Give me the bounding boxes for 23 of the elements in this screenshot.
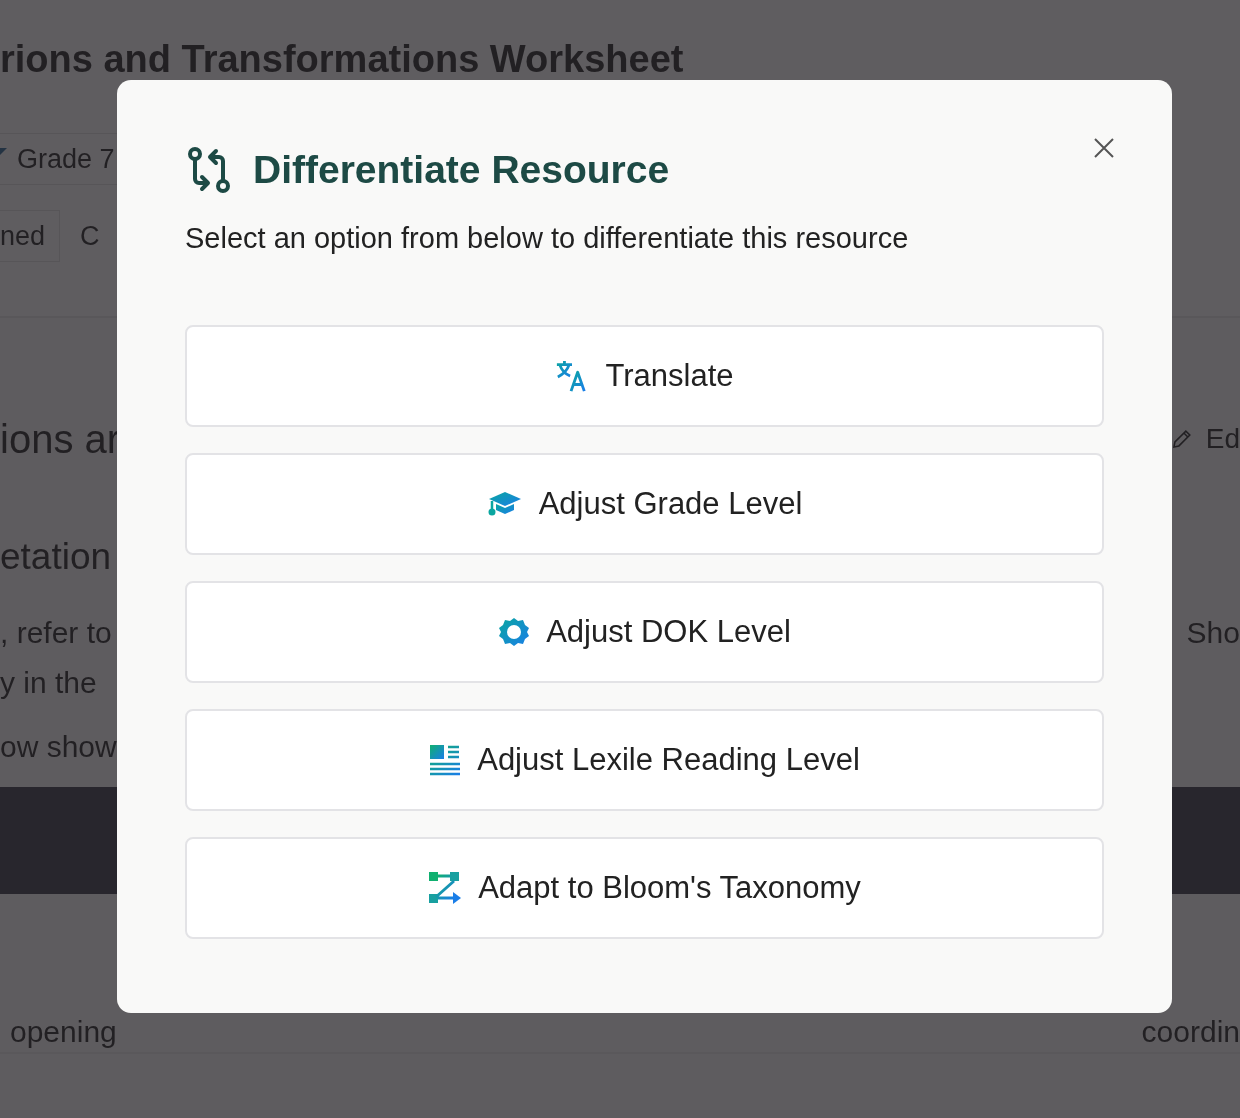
subheading: etation: [0, 535, 113, 579]
badge-icon: [498, 616, 531, 648]
option-button[interactable]: Adjust DOK Level: [185, 581, 1104, 683]
article-icon: [429, 744, 462, 776]
paragraph-line: y in the: [0, 665, 98, 701]
paragraph-line: , refer to: [0, 615, 113, 651]
option-button[interactable]: Translate: [185, 325, 1104, 427]
dialog-title: Differentiate Resource: [253, 148, 670, 192]
option-button[interactable]: Adapt to Bloom's Taxonomy: [185, 837, 1104, 939]
section-heading: ions ar: [0, 416, 121, 462]
worksheet-title: rions and Transformations Worksheet: [0, 37, 685, 82]
show-label: Sho: [1186, 615, 1240, 651]
flow-arrows-icon: [428, 871, 463, 905]
paragraph-line: ow show: [0, 729, 117, 765]
close-icon[interactable]: [1092, 136, 1116, 160]
swap-arrows-icon: [185, 146, 233, 194]
tab-label: C: [80, 220, 100, 252]
graduation-cap-icon: [486, 490, 523, 518]
question-text: coordin: [1141, 1014, 1240, 1050]
question-text: opening: [10, 1014, 117, 1050]
option-button[interactable]: Adjust Lexile Reading Level: [185, 709, 1104, 811]
option-button[interactable]: Adjust Grade Level: [185, 453, 1104, 555]
dialog-subtitle: Select an option from below to differentiate this resource: [185, 222, 910, 255]
